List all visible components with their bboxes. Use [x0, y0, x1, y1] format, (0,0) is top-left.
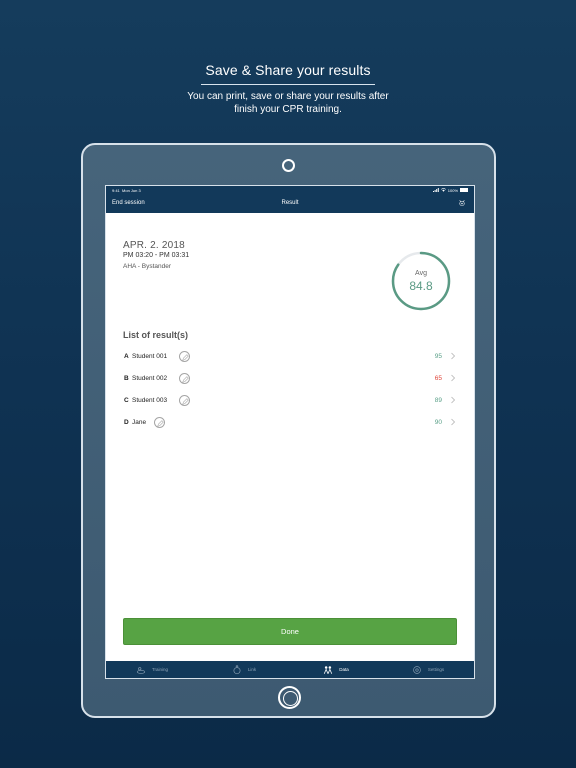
- result-name: Student 002: [132, 375, 168, 382]
- results-list-title: List of result(s): [123, 330, 189, 340]
- chevron-right-icon: [451, 374, 456, 382]
- data-icon: [324, 665, 333, 674]
- signal-icon: [432, 188, 439, 192]
- tab-label: Settings: [427, 667, 445, 672]
- battery-icon: [460, 188, 468, 192]
- promo-title: Save & Share your results: [205, 62, 371, 78]
- session-time-range: PM 03:20 - PM 03:31: [123, 252, 190, 259]
- camera-icon: [282, 159, 295, 172]
- promo-subtitle-line-2: finish your CPR training.: [234, 103, 342, 115]
- result-name: Student 001: [132, 353, 168, 360]
- tab-label: Link: [247, 667, 257, 672]
- home-button[interactable]: [278, 686, 301, 709]
- session-type: AHA - Bystander: [123, 263, 172, 270]
- session-date: APR. 2. 2018: [123, 240, 185, 251]
- promo-subtitle: You can print, save or share your result…: [0, 91, 576, 116]
- status-bar: 9:41 Mon Jun 3 100%: [106, 186, 474, 194]
- wifi-icon: [440, 188, 446, 192]
- result-score: 89: [434, 397, 442, 404]
- result-score: 90: [434, 419, 442, 426]
- tablet-frame: 9:41 Mon Jun 3 100% End session Result A…: [81, 143, 496, 718]
- tab-settings[interactable]: Settings: [382, 661, 474, 678]
- result-letter: D: [124, 419, 129, 426]
- tab-training[interactable]: Training: [106, 661, 198, 678]
- result-row[interactable]: B Student 002 65: [123, 372, 458, 386]
- link-icon: [233, 664, 241, 674]
- tab-label: Training: [151, 667, 169, 672]
- result-row[interactable]: C Student 003 89: [123, 394, 458, 408]
- result-letter: B: [124, 375, 129, 382]
- nav-title: Result: [281, 200, 299, 206]
- nav-bar: End session Result: [106, 194, 474, 213]
- chevron-right-icon: [451, 352, 456, 360]
- status-time-date: 9:41 Mon Jun 3: [112, 188, 141, 193]
- tab-label: Data: [339, 667, 349, 672]
- chevron-right-icon: [451, 396, 456, 404]
- promo-divider: [201, 84, 375, 85]
- edit-pen-icon[interactable]: [179, 373, 190, 384]
- result-letter: C: [124, 397, 129, 404]
- result-name: Student 003: [132, 397, 168, 404]
- result-row[interactable]: A Student 001 95: [123, 350, 458, 364]
- edit-pen-icon[interactable]: [154, 417, 165, 428]
- result-name: Jane: [132, 419, 147, 426]
- result-letter: A: [124, 353, 129, 360]
- result-row[interactable]: D Jane 90: [123, 416, 458, 430]
- tab-bar: Training Link Data Settings: [106, 661, 474, 678]
- settings-icon: [413, 665, 421, 674]
- chevron-right-icon: [451, 418, 456, 426]
- edit-pen-icon[interactable]: [179, 351, 190, 362]
- promo-subtitle-line-1: You can print, save or share your result…: [187, 91, 389, 102]
- battery-percent: 100%: [447, 187, 458, 193]
- done-button[interactable]: Done: [123, 618, 457, 645]
- app-screen: 9:41 Mon Jun 3 100% End session Result A…: [105, 185, 475, 679]
- result-score: 95: [434, 353, 442, 360]
- tab-link[interactable]: Link: [198, 661, 290, 678]
- status-time: 9:41: [112, 187, 120, 193]
- average-label: Avg: [415, 270, 427, 277]
- training-icon: [136, 666, 146, 674]
- status-indicators: 100%: [432, 187, 468, 193]
- result-score: 65: [434, 375, 442, 382]
- status-date: Mon Jun 3: [122, 187, 141, 193]
- share-settings-icon[interactable]: [458, 199, 466, 207]
- average-value: 84.8: [409, 279, 433, 293]
- edit-pen-icon[interactable]: [179, 395, 190, 406]
- tab-data[interactable]: Data: [290, 661, 382, 678]
